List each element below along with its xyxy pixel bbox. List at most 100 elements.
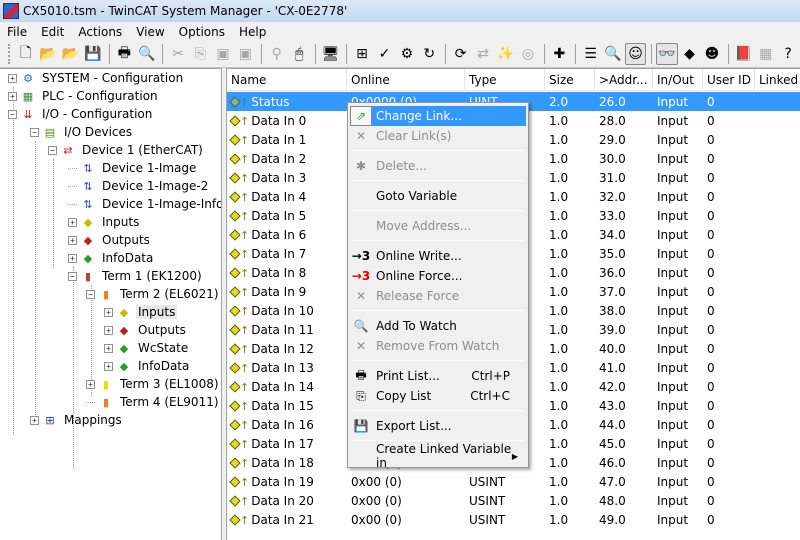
column-header-addr[interactable]: >Addr...: [595, 69, 653, 91]
tree-item[interactable]: ⇅ Device 1-Image-2: [68, 177, 210, 195]
reload-devices-button[interactable]: ⇄: [472, 43, 493, 65]
tree-item[interactable]: + ▮ Term 3 (EL1008): [86, 375, 221, 393]
collapse-icon[interactable]: −: [8, 109, 17, 119]
menu-item-delete[interactable]: ✱ Delete...: [350, 156, 526, 176]
zoom-button[interactable]: 🔍: [602, 43, 623, 65]
help-book-button[interactable]: 📕: [733, 43, 754, 65]
paste-with-links-button[interactable]: ▣: [235, 43, 256, 65]
collapse-icon[interactable]: −: [48, 145, 57, 155]
tree-item[interactable]: − ⇊ I/O - Configuration: [8, 105, 154, 123]
expand-icon[interactable]: +: [8, 91, 17, 101]
copy-button[interactable]: ⎘: [190, 43, 211, 65]
menu-item-add-to-watch[interactable]: 🔍 Add To Watch: [350, 316, 526, 336]
tree-item[interactable]: + ◆ Outputs: [68, 231, 152, 249]
mouse-button[interactable]: 🖱: [289, 43, 310, 65]
tree-item[interactable]: + ◆ Inputs: [104, 303, 178, 321]
generate-mappings-button[interactable]: ⊞: [351, 43, 372, 65]
configuration-tree[interactable]: + ⚙ SYSTEM - Configuration + ▦ PLC - Configur…: [0, 68, 222, 540]
open-remote-button[interactable]: 📂: [60, 43, 81, 65]
new-file-button[interactable]: 🗋: [15, 43, 36, 65]
expand-icon[interactable]: +: [68, 253, 77, 263]
menu-item-online-write[interactable]: →3 Online Write...: [350, 246, 526, 266]
expand-icon[interactable]: +: [104, 307, 113, 317]
table-row[interactable]: ↑ Data In 19 0x00 (0) USINT 1.0 47.0 Input 0: [227, 472, 800, 491]
cut-button[interactable]: ✂: [167, 43, 188, 65]
expand-icon[interactable]: +: [104, 361, 113, 371]
menu-item-change-link[interactable]: ⇗ Change Link...: [350, 106, 526, 126]
column-header-size[interactable]: Size: [545, 69, 595, 91]
tree-item[interactable]: + ◆ Outputs: [104, 321, 188, 339]
menu-item-online-force[interactable]: →3 Online Force...: [350, 266, 526, 286]
expand-icon[interactable]: +: [68, 217, 77, 227]
table-row[interactable]: ↑ Data In 21 0x00 (0) USINT 1.0 49.0 Input 0: [227, 510, 800, 529]
tree-item[interactable]: + ⚙ SYSTEM - Configuration: [8, 69, 185, 87]
toggle-free-run-button[interactable]: ◎: [517, 43, 538, 65]
column-header-user-id[interactable]: User ID: [703, 69, 755, 91]
scan-devices-button[interactable]: ✨: [495, 43, 516, 65]
activate-configuration-button[interactable]: ⚙: [396, 43, 417, 65]
menu-item-remove-from-watch[interactable]: ✕ Remove From Watch: [350, 336, 526, 356]
table-row[interactable]: ↑ Data In 20 0x00 (0) USINT 1.0 48.0 Input 0: [227, 491, 800, 510]
help-button[interactable]: ?: [777, 43, 798, 65]
menu-item-print-list[interactable]: 🖶 Print List... Ctrl+P: [350, 366, 526, 386]
tree-item[interactable]: + ▦ PLC - Configuration: [8, 87, 160, 105]
restart-run-mode-button[interactable]: ↻: [419, 43, 440, 65]
menu-item-clear-link-s[interactable]: ✕ Clear Link(s): [350, 126, 526, 146]
expand-icon[interactable]: +: [30, 415, 39, 425]
glasses-button[interactable]: 👓: [656, 43, 678, 65]
tree-item[interactable]: ▮ Term 4 (EL9011): [86, 393, 221, 411]
list-button[interactable]: ☰: [580, 43, 601, 65]
column-header-online[interactable]: Online: [347, 69, 465, 91]
menu-file[interactable]: File: [0, 25, 34, 39]
menu-item-create-linked-variable-in[interactable]: Create Linked Variable in ▶: [350, 442, 526, 470]
menu-options[interactable]: Options: [172, 25, 232, 39]
collapse-icon[interactable]: −: [30, 127, 39, 137]
menu-view[interactable]: View: [129, 25, 171, 39]
security-button[interactable]: ▦: [755, 43, 776, 65]
tree-item[interactable]: ⇅ Device 1-Image: [68, 159, 198, 177]
expand-icon[interactable]: +: [68, 235, 77, 245]
menu-item-release-force[interactable]: ✕ Release Force: [350, 286, 526, 306]
tree-item[interactable]: − ⇄ Device 1 (EtherCAT): [48, 141, 205, 159]
config-mode-button[interactable]: ⟳: [450, 43, 471, 65]
tree-item[interactable]: + ◆ Inputs: [68, 213, 141, 231]
tree-item[interactable]: ⇅ Device 1-Image-Info: [68, 195, 221, 213]
menu-help[interactable]: Help: [232, 25, 273, 39]
menu-item-export-list[interactable]: 💾 Export List...: [350, 416, 526, 436]
paste-button[interactable]: ▣: [212, 43, 233, 65]
collapse-icon[interactable]: −: [86, 289, 95, 299]
print-preview-button[interactable]: 🔍: [136, 43, 157, 65]
tree-item[interactable]: − ▤ I/O Devices: [30, 123, 134, 141]
open-folder-button[interactable]: 📂: [37, 43, 58, 65]
menu-item-goto-variable[interactable]: Goto Variable: [350, 186, 526, 206]
add-button[interactable]: ✚: [549, 43, 570, 65]
expand-icon[interactable]: +: [8, 73, 17, 83]
tree-item[interactable]: + ◆ InfoData: [104, 357, 191, 375]
tree-item[interactable]: − ▮ Term 2 (EL6021): [86, 285, 221, 303]
expand-icon[interactable]: +: [104, 325, 113, 335]
tree-item[interactable]: + ⊞ Mappings: [30, 411, 124, 429]
print-button[interactable]: 🖶: [114, 43, 135, 65]
column-header-in-out[interactable]: In/Out: [653, 69, 703, 91]
save-button[interactable]: 💾: [82, 43, 103, 65]
tree-item[interactable]: + ◆ WcState: [104, 339, 190, 357]
column-header-linked-to[interactable]: Linked to: [755, 69, 800, 91]
show-online-data-button[interactable]: ☺: [624, 43, 647, 65]
menu-edit[interactable]: Edit: [34, 25, 71, 39]
column-header-type[interactable]: Type: [465, 69, 545, 91]
menu-actions[interactable]: Actions: [71, 25, 129, 39]
target-system-button[interactable]: 🖥: [320, 43, 341, 65]
io-id-button[interactable]: ☻: [701, 43, 722, 65]
collapse-icon[interactable]: −: [68, 271, 77, 281]
expand-icon[interactable]: +: [86, 379, 95, 389]
tree-item[interactable]: − ▮ Term 1 (EK1200): [68, 267, 204, 285]
check-configuration-button[interactable]: ✓: [374, 43, 395, 65]
toolbar-grip[interactable]: [8, 44, 11, 64]
tree-item[interactable]: + ◆ InfoData: [68, 249, 155, 267]
column-header-name[interactable]: Name: [227, 69, 347, 91]
menu-item-copy-list[interactable]: ⎘ Copy List Ctrl+C: [350, 386, 526, 406]
expand-icon[interactable]: +: [104, 343, 113, 353]
find-button[interactable]: ⚲: [266, 43, 287, 65]
menu-item-move-address[interactable]: Move Address...: [350, 216, 526, 236]
diagnostic-button[interactable]: ◆: [679, 43, 700, 65]
